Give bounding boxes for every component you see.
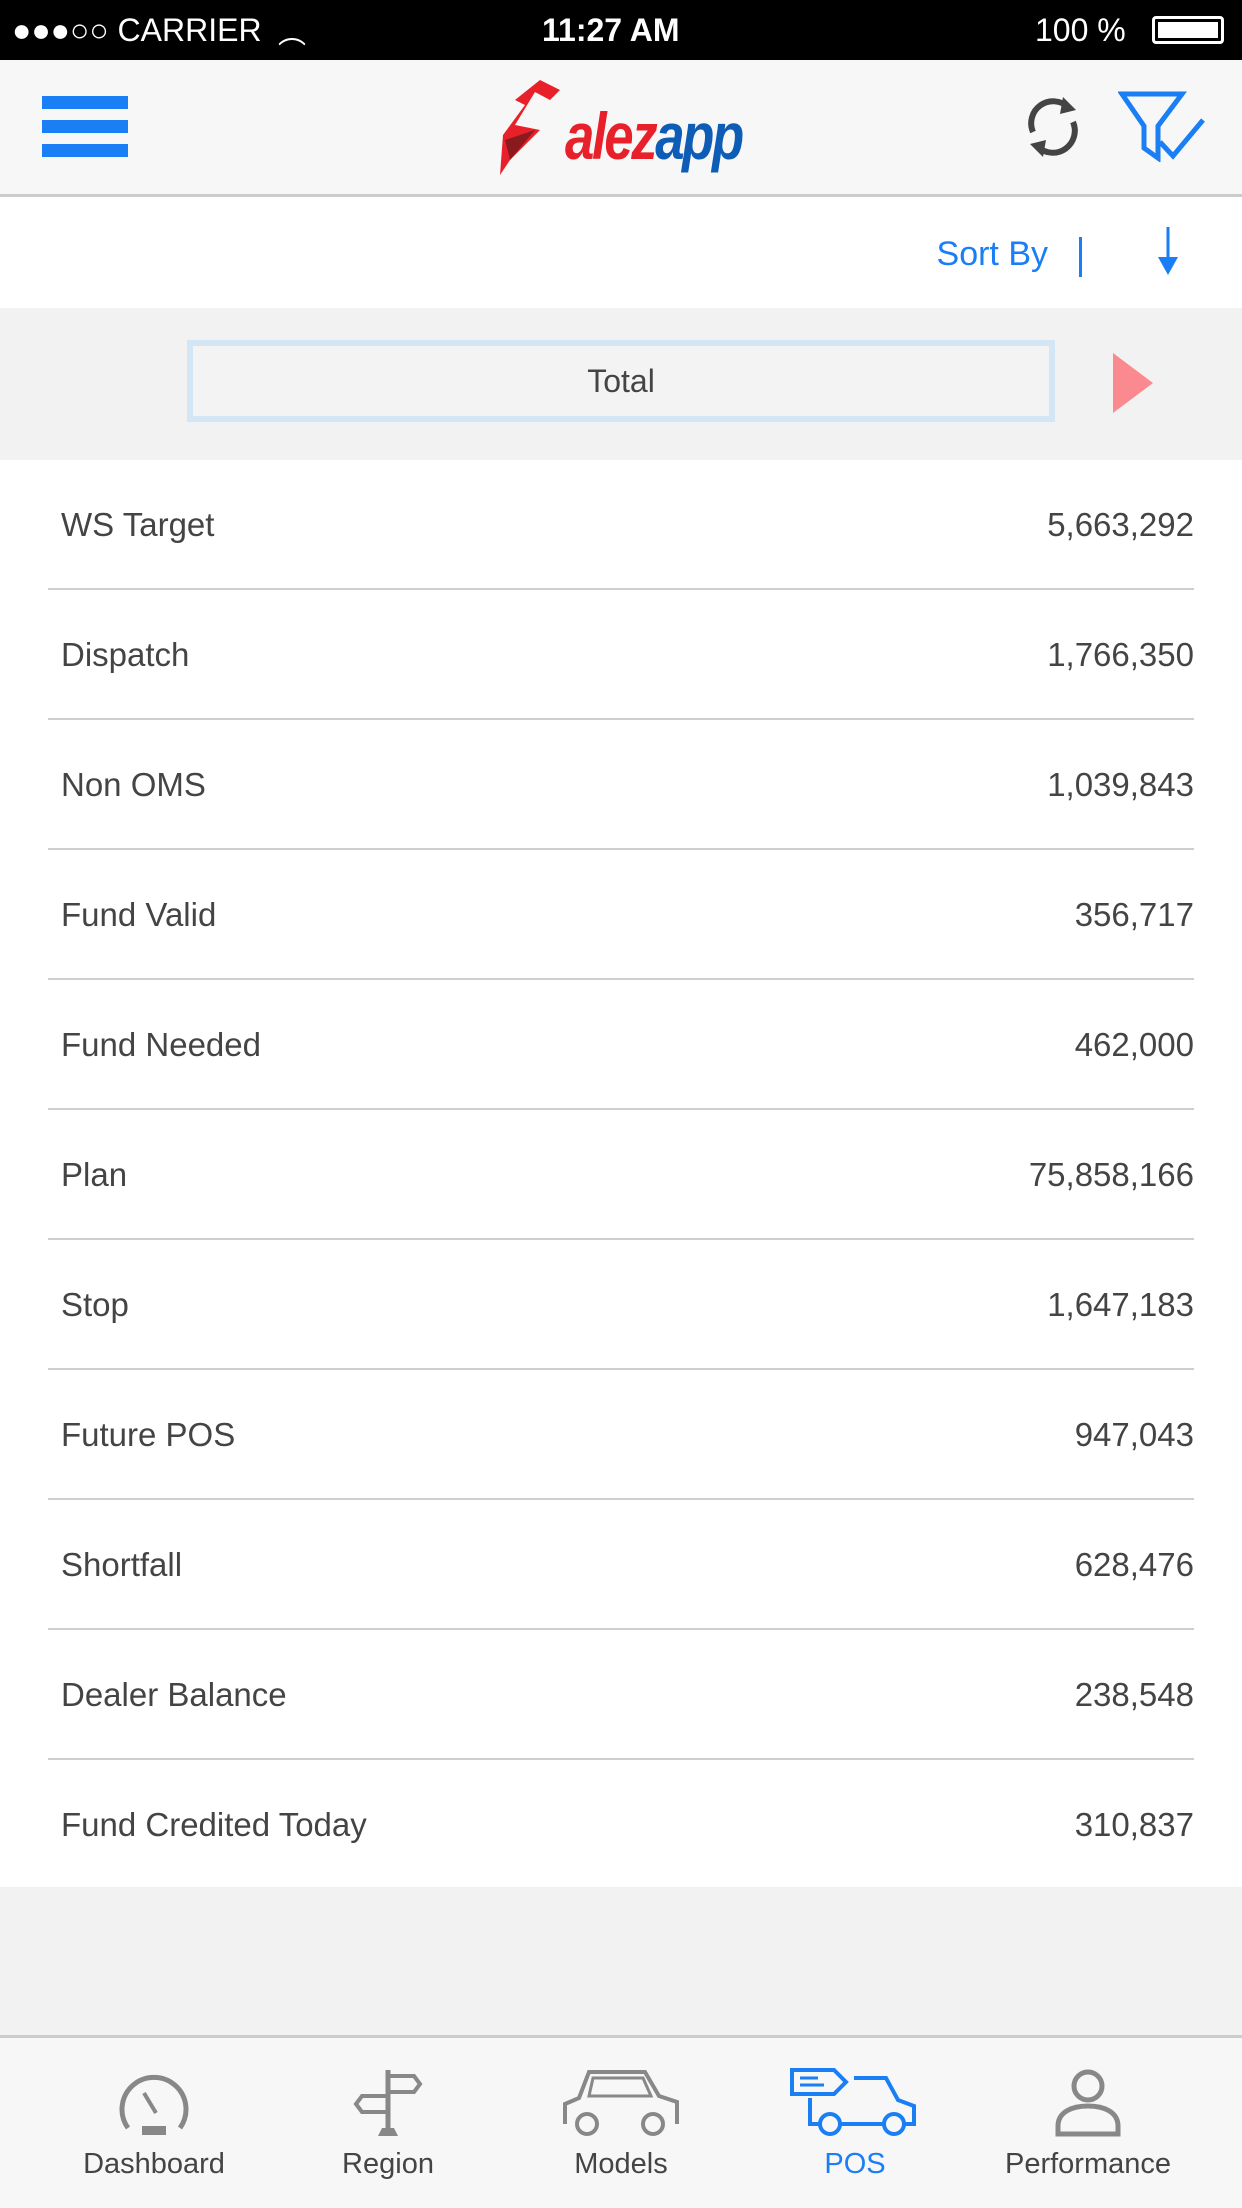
metric-label: Fund Needed [61, 1026, 261, 1063]
tab-bar: Dashboard Region Models POS Performance [0, 2035, 1242, 2208]
logo: alezapp [495, 80, 755, 180]
metric-value: 238,548 [1074, 1676, 1194, 1713]
total-selector[interactable]: Total [187, 340, 1055, 422]
menu-icon[interactable] [42, 96, 128, 157]
speedometer-icon [119, 2074, 189, 2135]
battery-text: 100 % [1035, 12, 1126, 48]
metric-value: 310,837 [1074, 1806, 1194, 1843]
filter-check-icon[interactable] [1118, 90, 1208, 162]
logo-text: alezapp [565, 99, 744, 173]
list-item: Non OMS 1,039,843 [48, 720, 1194, 850]
metric-label: Future POS [61, 1416, 236, 1453]
metric-label: Dealer Balance [61, 1676, 287, 1713]
metric-label: Dispatch [61, 636, 190, 673]
tab-region[interactable]: Region [271, 2038, 505, 2208]
metric-value: 356,717 [1074, 896, 1194, 933]
metric-value: 5,663,292 [1047, 506, 1194, 543]
carrier: ●●●○○ CARRIER [12, 12, 262, 48]
metric-value: 628,476 [1074, 1546, 1194, 1583]
tab-label: Dashboard [83, 2148, 225, 2180]
refresh-icon[interactable] [1018, 92, 1088, 162]
list-item: Fund Needed 462,000 [48, 980, 1194, 1110]
list-item: Fund Credited Today 310,837 [48, 1760, 1194, 1890]
list-item: Dealer Balance 238,548 [48, 1630, 1194, 1760]
tab-label: POS [824, 2148, 886, 2180]
logo-arrow-icon [500, 80, 560, 175]
metric-value: 947,043 [1074, 1416, 1194, 1453]
tab-label: Models [574, 2148, 668, 2180]
metric-label: WS Target [61, 506, 215, 543]
metric-label: Stop [61, 1286, 129, 1323]
metric-label: Fund Valid [61, 896, 217, 933]
metric-label: Plan [61, 1156, 128, 1193]
metric-value: 75,858,166 [1028, 1156, 1194, 1193]
metrics-list: WS Target 5,663,292 Dispatch 1,766,350 Non O… [0, 460, 1242, 1887]
list-item: Dispatch 1,766,350 [48, 590, 1194, 720]
play-right-icon[interactable] [1113, 353, 1153, 413]
metric-label: Non OMS [61, 766, 206, 803]
selector-band: Total [0, 308, 1242, 460]
tab-performance[interactable]: Performance [971, 2038, 1205, 2208]
tab-label: Region [342, 2148, 434, 2180]
arrow-down-icon[interactable] [1153, 227, 1183, 277]
delivery-truck-icon [790, 2068, 916, 2136]
list-item: Shortfall 628,476 [48, 1500, 1194, 1630]
list-item: Stop 1,647,183 [48, 1240, 1194, 1370]
list-item: Fund Valid 356,717 [48, 850, 1194, 980]
divider [1079, 237, 1082, 277]
tab-dashboard[interactable]: Dashboard [37, 2038, 271, 2208]
user-icon [1055, 2069, 1121, 2137]
tab-models[interactable]: Models [504, 2038, 738, 2208]
tab-label: Performance [1004, 2148, 1171, 2180]
car-icon [563, 2070, 679, 2136]
metric-label: Fund Credited Today [61, 1806, 367, 1843]
metric-value: 1,766,350 [1047, 636, 1194, 673]
metric-value: 1,039,843 [1047, 766, 1194, 803]
list-item: Future POS 947,043 [48, 1370, 1194, 1500]
tab-pos[interactable]: POS [738, 2038, 972, 2208]
metric-label: Shortfall [61, 1546, 183, 1583]
list-item: Plan 75,858,166 [48, 1110, 1194, 1240]
wifi-icon: ︵ [278, 18, 307, 49]
header: alezapp [0, 60, 1242, 197]
list-item: WS Target 5,663,292 [48, 460, 1194, 590]
status-bar: ●●●○○ CARRIER ︵ 11:27 AM 100 % [0, 0, 1242, 60]
sort-by-button[interactable]: Sort By [937, 235, 1048, 274]
battery-icon [1152, 16, 1224, 44]
metric-value: 462,000 [1074, 1026, 1194, 1063]
signpost-icon [353, 2070, 423, 2136]
time: 11:27 AM [542, 12, 680, 48]
metric-value: 1,647,183 [1047, 1286, 1194, 1323]
sort-bar: Sort By [0, 197, 1242, 308]
